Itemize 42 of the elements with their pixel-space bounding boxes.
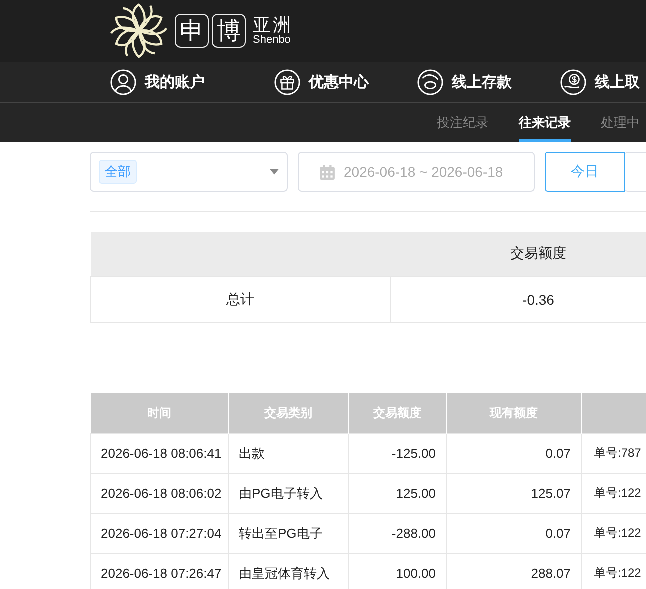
table-cell: 0.07 bbox=[546, 446, 571, 461]
nav-item[interactable]: 线上存款 bbox=[417, 68, 560, 96]
table-cell: 转出至PG电子 bbox=[239, 526, 323, 540]
table-cell: 单号:122 bbox=[594, 526, 642, 540]
logo-character: 博 bbox=[212, 14, 246, 48]
table-cell: 0.07 bbox=[546, 526, 571, 541]
table-cell: 由PG电子转入 bbox=[239, 486, 323, 500]
table-cell: 2026-06-18 07:27:04 bbox=[101, 526, 222, 541]
record-tab[interactable]: 投注纪录 bbox=[437, 103, 489, 142]
flower-logo-icon bbox=[110, 2, 168, 60]
table-cell: 总计 bbox=[226, 290, 254, 306]
table-cell: 125.00 bbox=[396, 486, 436, 501]
logo-character: 申 bbox=[175, 14, 209, 48]
table-cell: 出款 bbox=[239, 446, 265, 460]
calendar-icon bbox=[319, 164, 336, 180]
hand-coin-icon bbox=[417, 68, 444, 96]
table-cell: 单号:122 bbox=[594, 566, 642, 580]
table-cell: -125.00 bbox=[392, 446, 436, 461]
table-cell: 288.07 bbox=[531, 566, 571, 581]
gift-icon bbox=[274, 68, 301, 96]
column-header: 交易额度 bbox=[510, 245, 566, 261]
caret-icon bbox=[270, 169, 279, 175]
table-cell: 125.07 bbox=[531, 486, 571, 501]
table-cell: 2026-06-18 08:06:02 bbox=[101, 486, 222, 501]
nav-item[interactable]: 优惠中心 bbox=[274, 68, 417, 96]
table-cell: -288.00 bbox=[392, 526, 436, 541]
table-cell: 2026-06-18 08:06:41 bbox=[101, 446, 222, 461]
nav-item[interactable]: 线上取 bbox=[560, 68, 640, 96]
table-cell: 2026-06-18 07:26:47 bbox=[101, 566, 222, 581]
nav-item[interactable]: 我的账户 bbox=[110, 68, 274, 96]
table-cell: 100.00 bbox=[396, 566, 436, 581]
table-cell: 单号:122 bbox=[594, 486, 642, 500]
table-cell: -0.36 bbox=[522, 292, 554, 308]
logo-latin-name: Shenbo bbox=[253, 34, 292, 46]
dollar-hand-icon bbox=[560, 68, 587, 96]
record-tab[interactable]: 处理中 bbox=[601, 103, 640, 142]
category-tag: 全部 bbox=[99, 160, 137, 184]
table-cell: 单号:787 bbox=[594, 446, 642, 460]
user-icon bbox=[110, 68, 137, 96]
record-tab[interactable]: 往来记录 bbox=[519, 103, 571, 142]
table-cell: 由皇冠体育转入 bbox=[239, 566, 330, 580]
logo-name: 亚洲 bbox=[253, 16, 293, 35]
